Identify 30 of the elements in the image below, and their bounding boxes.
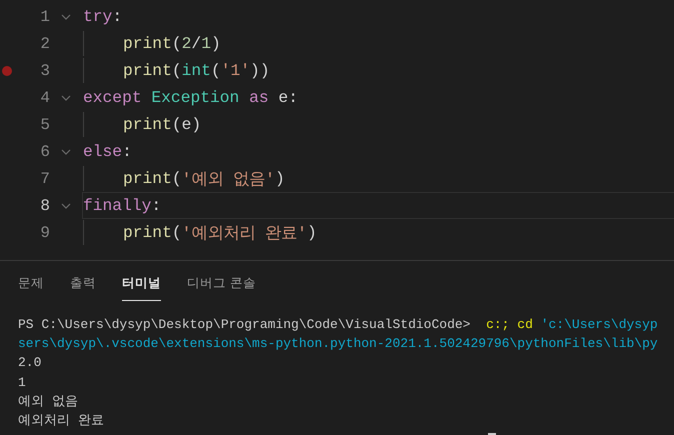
line-number: 8	[39, 196, 50, 214]
code-line: try:	[82, 6, 124, 28]
code-line: except Exception as e:	[82, 87, 299, 109]
line-number: 2	[39, 34, 50, 52]
line-number: 7	[39, 170, 50, 188]
line-number: 6	[39, 142, 50, 160]
line-number: 3	[39, 62, 50, 80]
panel-tab[interactable]: 터미널	[122, 273, 161, 301]
code-line: else:	[82, 141, 133, 163]
terminal-line: sers\dysyp\.vscode\extensions\ms-python.python-2021.1.502429796\pythonFiles\lib\py	[18, 335, 659, 354]
code-editor[interactable]: 1 try: 2 print(2/1) 3 print(int('1')) 4 except Exception as e: 5 print(e) 6 else: 7 print('예외 없음') 8 finally: 9 print('예외처리 완료')	[0, 0, 674, 261]
panel-tab[interactable]: 디버그 콘솔	[187, 273, 256, 301]
chevron-down-icon[interactable]	[61, 94, 71, 100]
breakpoint-dot-icon[interactable]	[2, 66, 12, 76]
chevron-down-icon[interactable]	[61, 14, 71, 20]
terminal-line: 예외처리 완료	[18, 412, 105, 430]
terminal-line: 예외 없음	[18, 392, 79, 411]
panel-tab[interactable]: 출력	[70, 273, 96, 301]
terminal-line: 2.0	[18, 354, 42, 372]
line-number: 4	[39, 88, 50, 106]
line-number: 1	[39, 8, 50, 26]
terminal-line: 1	[18, 374, 27, 392]
panel-tab[interactable]: 문제	[18, 273, 44, 301]
line-number: 9	[39, 224, 50, 242]
code-line: finally:	[82, 192, 674, 219]
chevron-down-icon[interactable]	[61, 148, 71, 154]
line-number: 5	[39, 116, 50, 134]
terminal-line: PS C:\Users\dysyp\Desktop\Programing\Code\VisualStdioCode> c:; cd 'c:\Users\dysyp	[18, 316, 659, 334]
terminal-cursor	[488, 433, 496, 435]
chevron-down-icon[interactable]	[61, 202, 71, 208]
